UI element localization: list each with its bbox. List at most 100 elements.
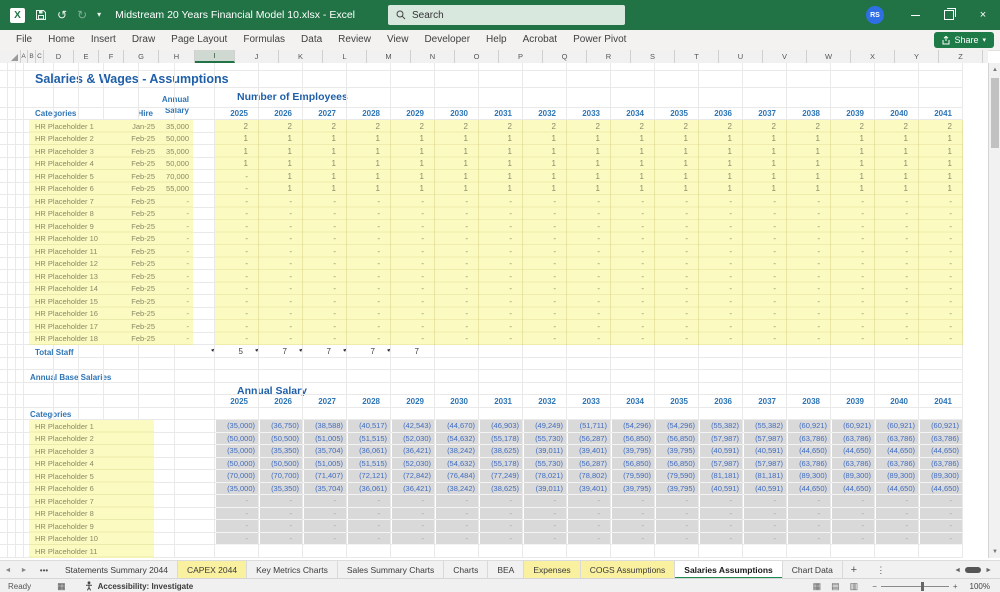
- salary-cell[interactable]: -: [392, 520, 434, 533]
- salary-cell[interactable]: (70,700): [260, 470, 302, 483]
- employees-cell[interactable]: -: [611, 195, 655, 208]
- employees-cell[interactable]: -: [655, 258, 699, 271]
- employees-cell[interactable]: 1: [655, 183, 699, 196]
- employees-cell[interactable]: -: [567, 308, 611, 321]
- employees-cell[interactable]: -: [215, 320, 259, 333]
- employees-cell[interactable]: 1: [347, 183, 391, 196]
- employees-cell[interactable]: -: [303, 220, 347, 233]
- sheet-tab-chart-data[interactable]: Chart Data: [783, 561, 843, 579]
- sheet-tab-salaries-assumptions[interactable]: Salaries Assumptions: [675, 561, 783, 579]
- employees-cell[interactable]: -: [479, 208, 523, 221]
- salary-cell[interactable]: (63,786): [832, 432, 874, 445]
- employees-cell[interactable]: -: [831, 333, 875, 346]
- column-header-O[interactable]: O: [455, 50, 499, 63]
- ribbon-tab-view[interactable]: View: [379, 30, 417, 50]
- salary-cell[interactable]: (38,625): [480, 482, 522, 495]
- staff-salary-cell[interactable]: -: [145, 208, 190, 221]
- salary-cell[interactable]: (60,921): [788, 420, 830, 433]
- staff-input-table[interactable]: HR Placeholder 1 Jan-25 35,000 HR Placehold…: [29, 120, 193, 345]
- employees-cell[interactable]: -: [787, 233, 831, 246]
- employees-cell[interactable]: -: [215, 183, 259, 196]
- salary-year-header[interactable]: 2038: [787, 395, 831, 408]
- salary-cell[interactable]: -: [304, 507, 346, 520]
- salary-cell[interactable]: (56,850): [612, 432, 654, 445]
- salary-cell[interactable]: (89,300): [920, 470, 962, 483]
- redo-icon[interactable]: ↻: [77, 9, 87, 21]
- ribbon-tab-data[interactable]: Data: [293, 30, 330, 50]
- view-page-layout-icon[interactable]: ▤: [831, 581, 840, 592]
- employees-cell[interactable]: -: [303, 295, 347, 308]
- employees-year-header[interactable]: 2038: [787, 108, 831, 121]
- employees-cell[interactable]: -: [743, 333, 787, 346]
- salary-cell[interactable]: -: [700, 532, 742, 545]
- employees-cell[interactable]: -: [611, 308, 655, 321]
- salary-cell[interactable]: -: [524, 532, 566, 545]
- salary-cell[interactable]: -: [920, 507, 962, 520]
- employees-cell[interactable]: -: [435, 283, 479, 296]
- employees-cell[interactable]: 2: [611, 120, 655, 133]
- salary-cell[interactable]: -: [304, 495, 346, 508]
- employees-cell[interactable]: -: [919, 258, 963, 271]
- base-salary-category-cell[interactable]: HR Placeholder 1: [35, 420, 94, 433]
- staff-row[interactable]: HR Placeholder 6 Feb-25 55,000: [29, 183, 193, 196]
- employees-cell[interactable]: -: [215, 233, 259, 246]
- employees-year-header[interactable]: 2029: [391, 108, 435, 121]
- employees-cell[interactable]: 1: [259, 170, 303, 183]
- employees-cell[interactable]: -: [347, 233, 391, 246]
- salary-cell[interactable]: -: [568, 520, 610, 533]
- salary-cell[interactable]: (78,021): [524, 470, 566, 483]
- employees-cell[interactable]: 1: [875, 170, 919, 183]
- ribbon-tab-home[interactable]: Home: [40, 30, 83, 50]
- column-header-J[interactable]: J: [235, 50, 279, 63]
- salary-cell[interactable]: -: [876, 532, 918, 545]
- column-header-U[interactable]: U: [719, 50, 763, 63]
- employees-cell[interactable]: -: [523, 195, 567, 208]
- salary-cell[interactable]: -: [656, 495, 698, 508]
- employees-year-header[interactable]: 2035: [655, 108, 699, 121]
- employees-cell[interactable]: -: [479, 283, 523, 296]
- employees-cell[interactable]: -: [611, 320, 655, 333]
- employees-cell[interactable]: 1: [611, 133, 655, 146]
- employees-cell[interactable]: -: [699, 220, 743, 233]
- zoom-out-icon[interactable]: −: [872, 582, 877, 591]
- employees-cell[interactable]: -: [831, 208, 875, 221]
- column-header-A[interactable]: A: [20, 50, 28, 63]
- employees-cell[interactable]: -: [215, 258, 259, 271]
- employees-cell[interactable]: -: [743, 258, 787, 271]
- salary-cell[interactable]: (40,591): [700, 445, 742, 458]
- salary-cell[interactable]: (71,407): [304, 470, 346, 483]
- employees-cell[interactable]: -: [699, 308, 743, 321]
- employees-cell[interactable]: 1: [655, 170, 699, 183]
- employees-year-header[interactable]: 2027: [303, 108, 347, 121]
- employees-cell[interactable]: -: [655, 308, 699, 321]
- employees-cell[interactable]: 2: [215, 120, 259, 133]
- employees-cell[interactable]: 1: [699, 170, 743, 183]
- salary-cell[interactable]: (36,750): [260, 420, 302, 433]
- salary-cell[interactable]: -: [920, 532, 962, 545]
- vertical-scrollbar[interactable]: ▲ ▼: [988, 63, 1000, 558]
- salary-cell[interactable]: (81,181): [700, 470, 742, 483]
- salary-cell[interactable]: (39,795): [612, 482, 654, 495]
- salary-cell[interactable]: (54,296): [612, 420, 654, 433]
- salary-cell[interactable]: -: [436, 520, 478, 533]
- employees-cell[interactable]: 2: [567, 120, 611, 133]
- employees-cell[interactable]: 1: [435, 145, 479, 158]
- staff-category-cell[interactable]: HR Placeholder 3: [35, 145, 94, 158]
- employees-cell[interactable]: -: [523, 333, 567, 346]
- employees-cell[interactable]: 1: [655, 133, 699, 146]
- employees-cell[interactable]: -: [743, 270, 787, 283]
- salary-cell[interactable]: (39,401): [568, 445, 610, 458]
- employees-cell[interactable]: -: [611, 220, 655, 233]
- employees-cell[interactable]: 1: [479, 170, 523, 183]
- salary-cell[interactable]: (72,842): [392, 470, 434, 483]
- employees-year-header[interactable]: 2033: [567, 108, 611, 121]
- employees-cell[interactable]: 1: [743, 145, 787, 158]
- excel-app-icon[interactable]: X: [10, 7, 25, 23]
- zoom-level[interactable]: 100%: [970, 582, 990, 591]
- employees-cell[interactable]: 2: [787, 120, 831, 133]
- employees-cell[interactable]: -: [787, 220, 831, 233]
- salary-cell[interactable]: (89,300): [876, 470, 918, 483]
- employees-cell[interactable]: -: [567, 283, 611, 296]
- total-staff-cell[interactable]: 7 ►: [386, 345, 435, 358]
- salary-cell[interactable]: (52,030): [392, 457, 434, 470]
